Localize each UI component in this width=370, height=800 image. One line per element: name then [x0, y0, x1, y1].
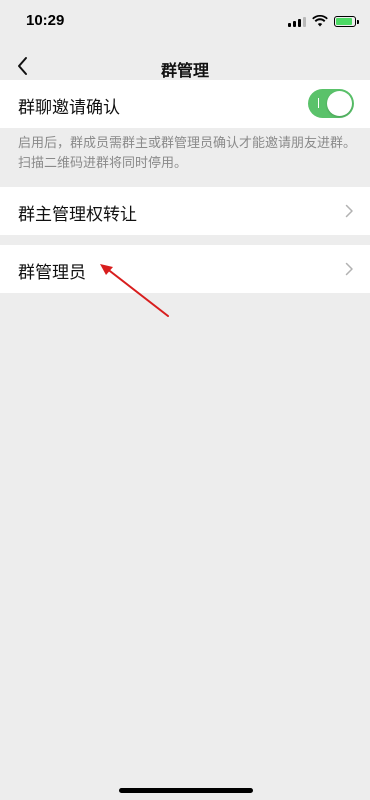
invite-confirm-description: 启用后，群成员需群主或群管理员确认才能邀请朋友进群。扫描二维码进群将同时停用。 [18, 136, 357, 171]
transfer-owner-label: 群主管理权转让 [18, 205, 137, 225]
battery-charging-icon [334, 15, 359, 27]
chevron-right-icon [345, 262, 353, 276]
transfer-owner-row[interactable]: 群主管理权转让 [0, 187, 370, 235]
chevron-right-icon [345, 204, 353, 218]
invite-confirm-row: 群聊邀请确认 [0, 80, 370, 128]
annotation-arrow-icon [100, 264, 169, 317]
toggle-knob [327, 91, 352, 116]
group-admins-row[interactable]: 群管理员 [0, 245, 370, 293]
home-indicator [119, 788, 253, 793]
invite-confirm-label: 群聊邀请确认 [18, 98, 120, 118]
invite-confirm-toggle[interactable] [308, 89, 354, 118]
status-bar: 10:29 [0, 0, 370, 44]
page-title: 群管理 [160, 61, 209, 80]
status-icons [288, 14, 359, 28]
cellular-signal-icon [288, 16, 306, 27]
screen: 10:29 群管理 群聊邀请确认 启用后，群成员需群主或群管理员确认才能邀请朋友… [0, 0, 370, 800]
wifi-icon [312, 15, 328, 27]
status-time: 10:29 [26, 12, 65, 29]
toggle-on-mark [318, 98, 319, 108]
group-admins-label: 群管理员 [18, 263, 86, 283]
